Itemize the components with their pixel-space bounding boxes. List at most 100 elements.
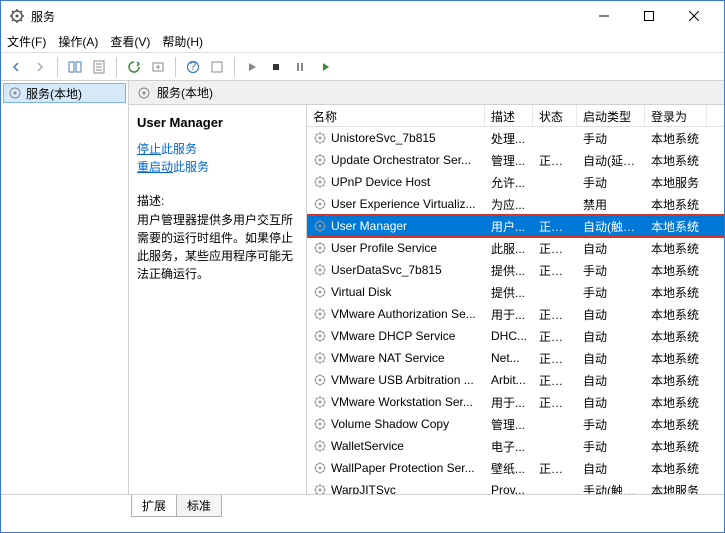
service-row[interactable]: VMware USB Arbitration ...Arbit...正在...自… — [307, 369, 724, 391]
svg-text:?: ? — [190, 60, 197, 73]
start-button[interactable] — [241, 56, 263, 78]
main-panel: 服务(本地) User Manager 停止此服务 重启动此服务 描述: 用户管… — [129, 81, 724, 494]
back-button[interactable] — [5, 56, 27, 78]
menu-help[interactable]: 帮助(H) — [162, 33, 203, 50]
export-button[interactable] — [147, 56, 169, 78]
show-hide-button[interactable] — [64, 56, 86, 78]
col-status[interactable]: 状态 — [533, 105, 577, 126]
tab-extended[interactable]: 扩展 — [131, 495, 177, 517]
service-desc: 为应... — [485, 196, 533, 213]
service-row[interactable]: Volume Shadow Copy管理...手动本地系统 — [307, 413, 724, 435]
help-button[interactable]: ? — [182, 56, 204, 78]
service-logon: 本地系统 — [645, 350, 707, 367]
stop-link[interactable]: 停止 — [137, 142, 161, 156]
list-header: 名称 描述 状态 启动类型 登录为 — [307, 105, 724, 127]
service-name: UserDataSvc_7b815 — [331, 263, 442, 277]
service-startup: 自动 — [577, 328, 645, 345]
restart-button[interactable] — [313, 56, 335, 78]
service-status: 正在... — [533, 372, 577, 389]
service-logon: 本地系统 — [645, 438, 707, 455]
service-name: VMware Workstation Ser... — [331, 395, 473, 409]
pause-button[interactable] — [289, 56, 311, 78]
service-status: 正在... — [533, 306, 577, 323]
service-row[interactable]: VMware Workstation Ser...用于...正在...自动本地系… — [307, 391, 724, 413]
gear-icon — [313, 373, 327, 387]
service-row[interactable]: User Manager用户...正在...自动(触发...本地系统 — [307, 215, 724, 237]
toolbar-icon-a[interactable] — [206, 56, 228, 78]
service-row[interactable]: Virtual Disk提供...手动本地系统 — [307, 281, 724, 303]
content: 服务(本地) 服务(本地) User Manager 停止此服务 重启动此服务 … — [1, 81, 724, 494]
service-logon: 本地系统 — [645, 372, 707, 389]
service-startup: 自动(延迟... — [577, 152, 645, 169]
detail-stop-line: 停止此服务 — [137, 140, 296, 158]
col-name[interactable]: 名称 — [307, 105, 485, 126]
detail-panel: User Manager 停止此服务 重启动此服务 描述: 用户管理器提供多用户… — [129, 105, 307, 494]
menu-view[interactable]: 查看(V) — [110, 33, 150, 50]
service-logon: 本地系统 — [645, 284, 707, 301]
service-row[interactable]: UPnP Device Host允许...手动本地服务 — [307, 171, 724, 193]
properties-button[interactable] — [88, 56, 110, 78]
service-row[interactable]: VMware NAT ServiceNet...正在...自动本地系统 — [307, 347, 724, 369]
minimize-button[interactable] — [581, 1, 626, 31]
menu-action[interactable]: 操作(A) — [58, 33, 98, 50]
service-row[interactable]: WalletService电子...手动本地系统 — [307, 435, 724, 457]
restart-link[interactable]: 重启动 — [137, 160, 173, 174]
tab-standard[interactable]: 标准 — [176, 495, 222, 517]
service-desc: 电子... — [485, 438, 533, 455]
service-row[interactable]: UnistoreSvc_7b815处理...手动本地系统 — [307, 127, 724, 149]
service-name: User Manager — [331, 219, 407, 233]
gear-icon — [137, 86, 151, 100]
service-status: 正在... — [533, 240, 577, 257]
service-startup: 自动 — [577, 460, 645, 477]
tree-panel: 服务(本地) — [1, 81, 129, 494]
service-desc: Prov... — [485, 483, 533, 494]
maximize-button[interactable] — [626, 1, 671, 31]
tree-node-label: 服务(本地) — [26, 85, 82, 102]
service-logon: 本地系统 — [645, 416, 707, 433]
service-status: 正在... — [533, 460, 577, 477]
service-desc: 壁纸... — [485, 460, 533, 477]
service-startup: 自动 — [577, 240, 645, 257]
gear-icon — [313, 439, 327, 453]
gear-icon — [313, 307, 327, 321]
service-row[interactable]: VMware DHCP ServiceDHC...正在...自动本地系统 — [307, 325, 724, 347]
detail-restart-line: 重启动此服务 — [137, 158, 296, 176]
service-row[interactable]: Update Orchestrator Ser...管理...正在...自动(延… — [307, 149, 724, 171]
service-name: User Profile Service — [331, 241, 437, 255]
tabs: 扩展 标准 — [1, 494, 724, 516]
menu-file[interactable]: 文件(F) — [7, 33, 46, 50]
toolbar: ? — [1, 53, 724, 81]
service-desc: DHC... — [485, 329, 533, 343]
service-name: VMware USB Arbitration ... — [331, 373, 474, 387]
gear-icon — [313, 417, 327, 431]
service-name: WallPaper Protection Ser... — [331, 461, 475, 475]
service-name: UnistoreSvc_7b815 — [331, 131, 436, 145]
service-logon: 本地系统 — [645, 394, 707, 411]
service-row[interactable]: VMware Authorization Se...用于...正在...自动本地… — [307, 303, 724, 325]
detail-desc: 用户管理器提供多用户交互所需要的运行时组件。如果停止此服务，某些应用程序可能无法… — [137, 211, 296, 283]
service-row[interactable]: User Profile Service此服...正在...自动本地系统 — [307, 237, 724, 259]
forward-button[interactable] — [29, 56, 51, 78]
tree-node-services-local[interactable]: 服务(本地) — [3, 83, 126, 103]
service-row[interactable]: UserDataSvc_7b815提供...正在...手动本地系统 — [307, 259, 724, 281]
close-button[interactable] — [671, 1, 716, 31]
service-name: VMware DHCP Service — [331, 329, 455, 343]
titlebar: 服务 — [1, 1, 724, 31]
refresh-button[interactable] — [123, 56, 145, 78]
gear-icon — [313, 219, 327, 233]
stop-button[interactable] — [265, 56, 287, 78]
col-logon[interactable]: 登录为 — [645, 105, 707, 126]
col-desc[interactable]: 描述 — [485, 105, 533, 126]
service-name: Virtual Disk — [331, 285, 391, 299]
service-list[interactable]: UnistoreSvc_7b815处理...手动本地系统Update Orche… — [307, 127, 724, 494]
service-row[interactable]: User Experience Virtualiz...为应...禁用本地系统 — [307, 193, 724, 215]
service-status: 正在... — [533, 394, 577, 411]
service-logon: 本地系统 — [645, 306, 707, 323]
statusbar — [1, 516, 724, 532]
service-row[interactable]: WallPaper Protection Ser...壁纸...正在...自动本… — [307, 457, 724, 479]
service-desc: 管理... — [485, 416, 533, 433]
col-startup[interactable]: 启动类型 — [577, 105, 645, 126]
service-status: 正在... — [533, 218, 577, 235]
service-desc: 此服... — [485, 240, 533, 257]
service-row[interactable]: WarpJITSvcProv...手动(触发...本地服务 — [307, 479, 724, 494]
